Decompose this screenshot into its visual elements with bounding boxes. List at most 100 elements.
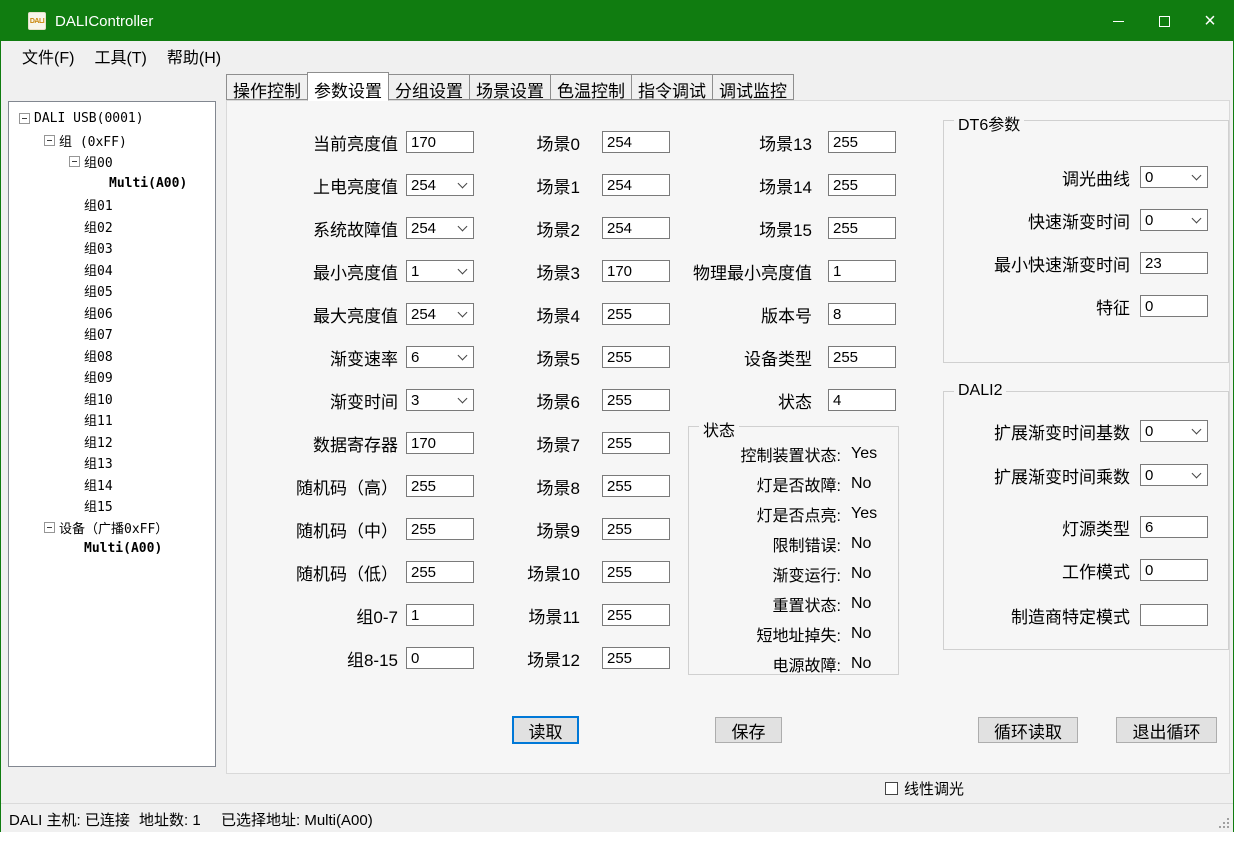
field-input[interactable]: 4 <box>828 389 896 411</box>
tree-item[interactable]: Multi(A00) <box>9 173 215 195</box>
tree-item[interactable]: 设备（广播0xFF） <box>9 517 215 539</box>
field-input[interactable]: 255 <box>828 217 896 239</box>
collapse-icon[interactable] <box>19 113 30 124</box>
field-input[interactable]: 255 <box>406 475 474 497</box>
field-input[interactable]: 254 <box>602 131 670 153</box>
chevron-down-icon[interactable] <box>458 351 468 361</box>
field-input[interactable]: 255 <box>602 518 670 540</box>
tab[interactable]: 指令调试 <box>631 74 713 100</box>
field-input[interactable]: 0 <box>1140 559 1208 581</box>
action-button[interactable]: 退出循环 <box>1116 717 1217 743</box>
tab[interactable]: 场景设置 <box>469 74 551 100</box>
collapse-icon[interactable] <box>44 135 55 146</box>
tab[interactable]: 分组设置 <box>388 74 470 100</box>
tree-item[interactable]: 组12 <box>9 431 215 453</box>
tree-item[interactable]: 组02 <box>9 216 215 238</box>
field-input[interactable] <box>1140 604 1208 626</box>
menu-item[interactable]: 工具(T) <box>84 44 156 68</box>
field-input[interactable]: 255 <box>828 131 896 153</box>
field-input[interactable]: 254 <box>406 303 474 325</box>
chevron-down-icon[interactable] <box>1192 425 1202 435</box>
tree-item[interactable]: 组04 <box>9 259 215 281</box>
tree-item-label: 组15 <box>84 496 113 515</box>
action-button[interactable]: 保存 <box>715 717 782 743</box>
field-input[interactable]: 255 <box>406 518 474 540</box>
tree-item-label: 组11 <box>84 410 113 429</box>
tab[interactable]: 调试监控 <box>712 74 794 100</box>
field-input[interactable]: 255 <box>602 432 670 454</box>
chevron-down-icon[interactable] <box>458 179 468 189</box>
chevron-down-icon[interactable] <box>1192 469 1202 479</box>
field-input[interactable]: 0 <box>1140 295 1208 317</box>
field-input[interactable]: 1 <box>828 260 896 282</box>
tree-item[interactable]: 组13 <box>9 452 215 474</box>
tree-item[interactable]: DALI USB(0001) <box>9 108 215 130</box>
tree-item[interactable]: 组10 <box>9 388 215 410</box>
field-input[interactable]: 255 <box>602 561 670 583</box>
collapse-icon[interactable] <box>44 522 55 533</box>
collapse-icon[interactable] <box>69 156 80 167</box>
field-input[interactable]: 23 <box>1140 252 1208 274</box>
field-input[interactable]: 254 <box>602 174 670 196</box>
chevron-down-icon[interactable] <box>1192 171 1202 181</box>
field-value: 255 <box>607 478 632 495</box>
field-input[interactable]: 6 <box>1140 516 1208 538</box>
menu-item[interactable]: 文件(F) <box>12 44 84 68</box>
field-input[interactable]: 1 <box>406 260 474 282</box>
field-input[interactable]: 255 <box>602 604 670 626</box>
action-button[interactable]: 循环读取 <box>978 717 1078 743</box>
tree-item[interactable]: 组15 <box>9 495 215 517</box>
tree-item[interactable]: 组11 <box>9 409 215 431</box>
tree-item[interactable]: 组00 <box>9 151 215 173</box>
field-input[interactable]: 255 <box>602 303 670 325</box>
action-button[interactable]: 读取 <box>512 716 579 744</box>
linear-dimming-checkbox[interactable]: 线性调光 <box>885 778 964 799</box>
field-input[interactable]: 170 <box>406 131 474 153</box>
field-input[interactable]: 255 <box>602 346 670 368</box>
tab[interactable]: 操作控制 <box>226 74 308 100</box>
tree-item[interactable]: 组03 <box>9 237 215 259</box>
field-input[interactable]: 255 <box>828 174 896 196</box>
tree-item[interactable]: 组 (0xFF) <box>9 130 215 152</box>
field-input[interactable]: 1 <box>406 604 474 626</box>
field-input[interactable]: 254 <box>406 217 474 239</box>
menu-item[interactable]: 帮助(H) <box>157 44 231 68</box>
field-input[interactable]: 8 <box>828 303 896 325</box>
tree-item[interactable]: Multi(A00) <box>9 538 215 560</box>
tree-item[interactable]: 组07 <box>9 323 215 345</box>
field-input[interactable]: 0 <box>1140 420 1208 442</box>
field-input[interactable]: 255 <box>828 346 896 368</box>
minimize-button[interactable] <box>1095 1 1141 41</box>
field-input[interactable]: 0 <box>1140 166 1208 188</box>
checkbox-unchecked-icon[interactable] <box>885 782 898 795</box>
tree-item[interactable]: 组09 <box>9 366 215 388</box>
tree-item[interactable]: 组05 <box>9 280 215 302</box>
tree-item[interactable]: 组06 <box>9 302 215 324</box>
field-input[interactable]: 170 <box>406 432 474 454</box>
field-input[interactable]: 254 <box>406 174 474 196</box>
field-input[interactable]: 0 <box>1140 209 1208 231</box>
tab[interactable]: 参数设置 <box>307 72 389 101</box>
field-input[interactable]: 255 <box>602 475 670 497</box>
field-input[interactable]: 255 <box>602 647 670 669</box>
chevron-down-icon[interactable] <box>458 394 468 404</box>
maximize-button[interactable] <box>1141 1 1187 41</box>
resize-grip[interactable] <box>1227 826 1229 828</box>
tree-item[interactable]: 组14 <box>9 474 215 496</box>
close-button[interactable]: × <box>1187 1 1233 41</box>
field-input[interactable]: 6 <box>406 346 474 368</box>
field-input[interactable]: 255 <box>406 561 474 583</box>
field-input[interactable]: 170 <box>602 260 670 282</box>
chevron-down-icon[interactable] <box>458 265 468 275</box>
chevron-down-icon[interactable] <box>458 222 468 232</box>
field-input[interactable]: 255 <box>602 389 670 411</box>
tree-item[interactable]: 组08 <box>9 345 215 367</box>
tab[interactable]: 色温控制 <box>550 74 632 100</box>
field-input[interactable]: 254 <box>602 217 670 239</box>
chevron-down-icon[interactable] <box>1192 214 1202 224</box>
chevron-down-icon[interactable] <box>458 308 468 318</box>
field-input[interactable]: 0 <box>406 647 474 669</box>
field-input[interactable]: 3 <box>406 389 474 411</box>
tree-item[interactable]: 组01 <box>9 194 215 216</box>
field-input[interactable]: 0 <box>1140 464 1208 486</box>
